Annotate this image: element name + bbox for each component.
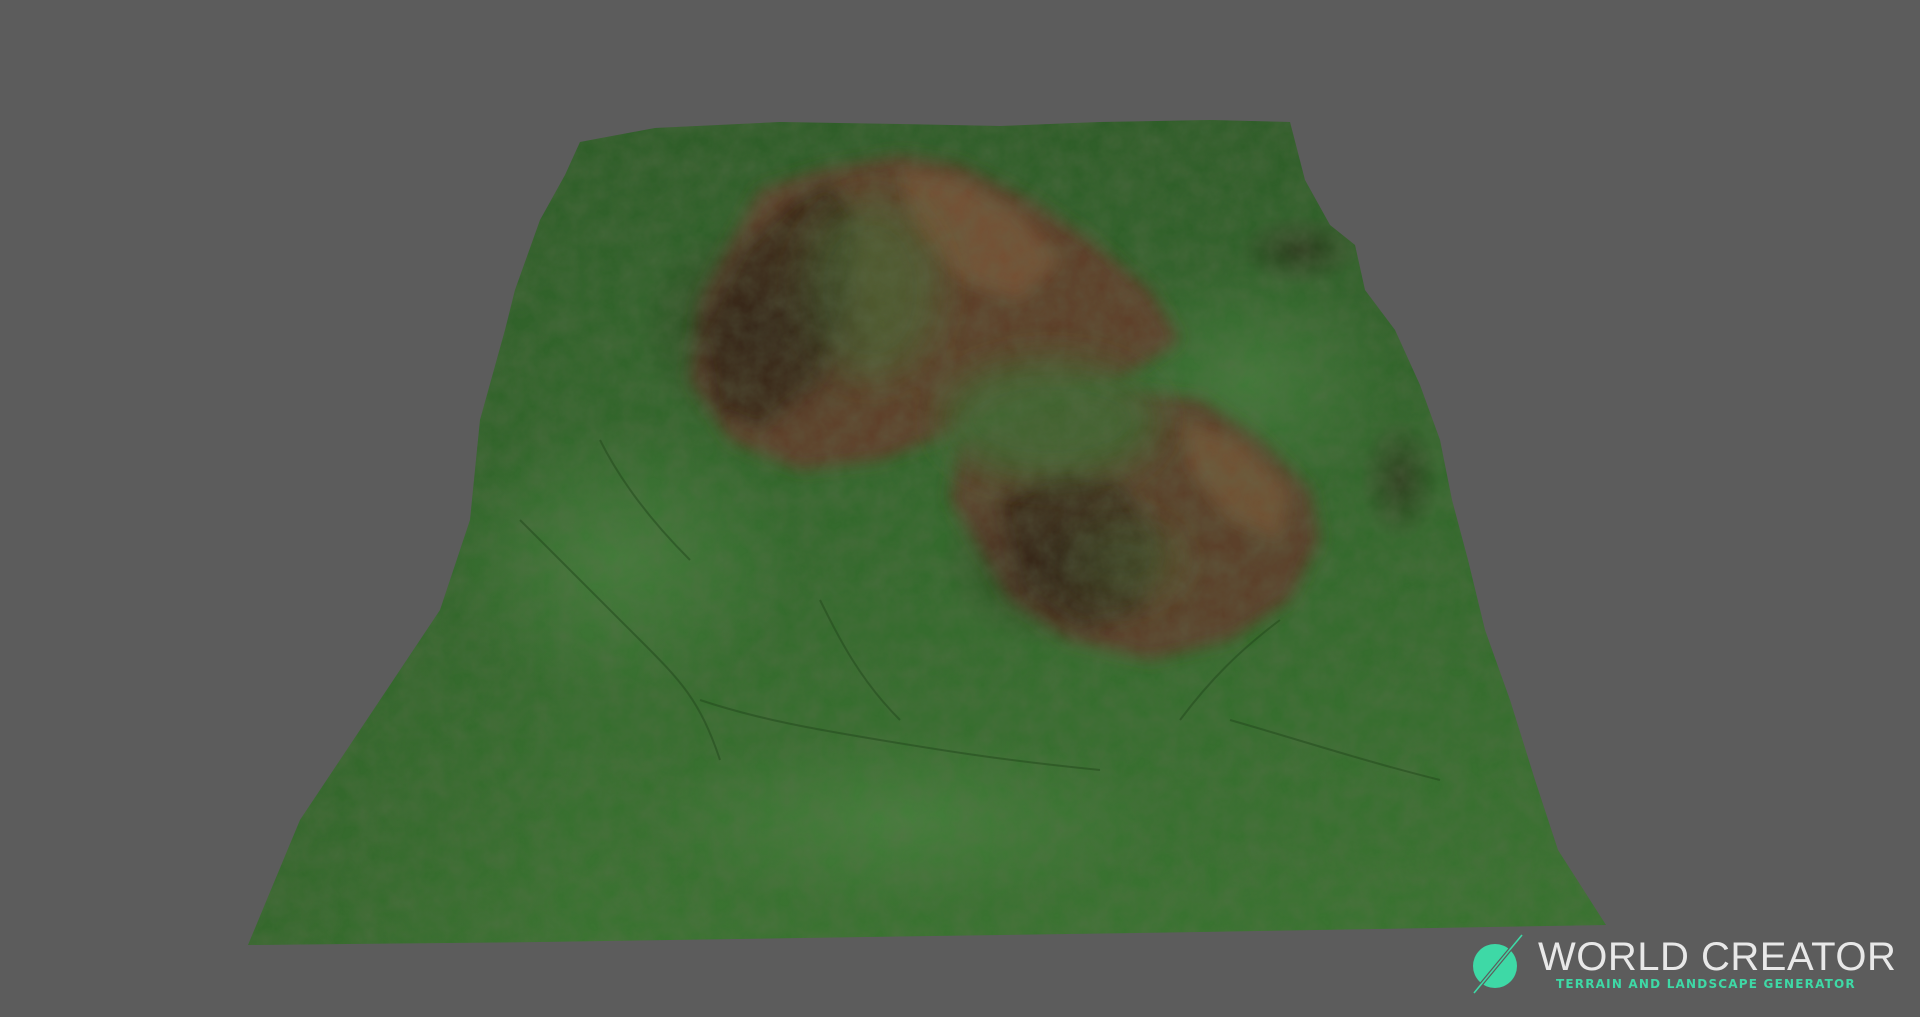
- watermark-subtitle: TERRAIN AND LANDSCAPE GENERATOR: [1556, 977, 1856, 991]
- world-creator-watermark: WORLD CREATOR TERRAIN AND LANDSCAPE GENE…: [1468, 933, 1896, 1003]
- terrain-render: [248, 120, 1606, 945]
- world-creator-logo-icon: [1472, 933, 1524, 995]
- watermark-title: WORLD CREATOR: [1538, 935, 1897, 979]
- 3d-viewport[interactable]: WORLD CREATOR TERRAIN AND LANDSCAPE GENE…: [0, 0, 1920, 1017]
